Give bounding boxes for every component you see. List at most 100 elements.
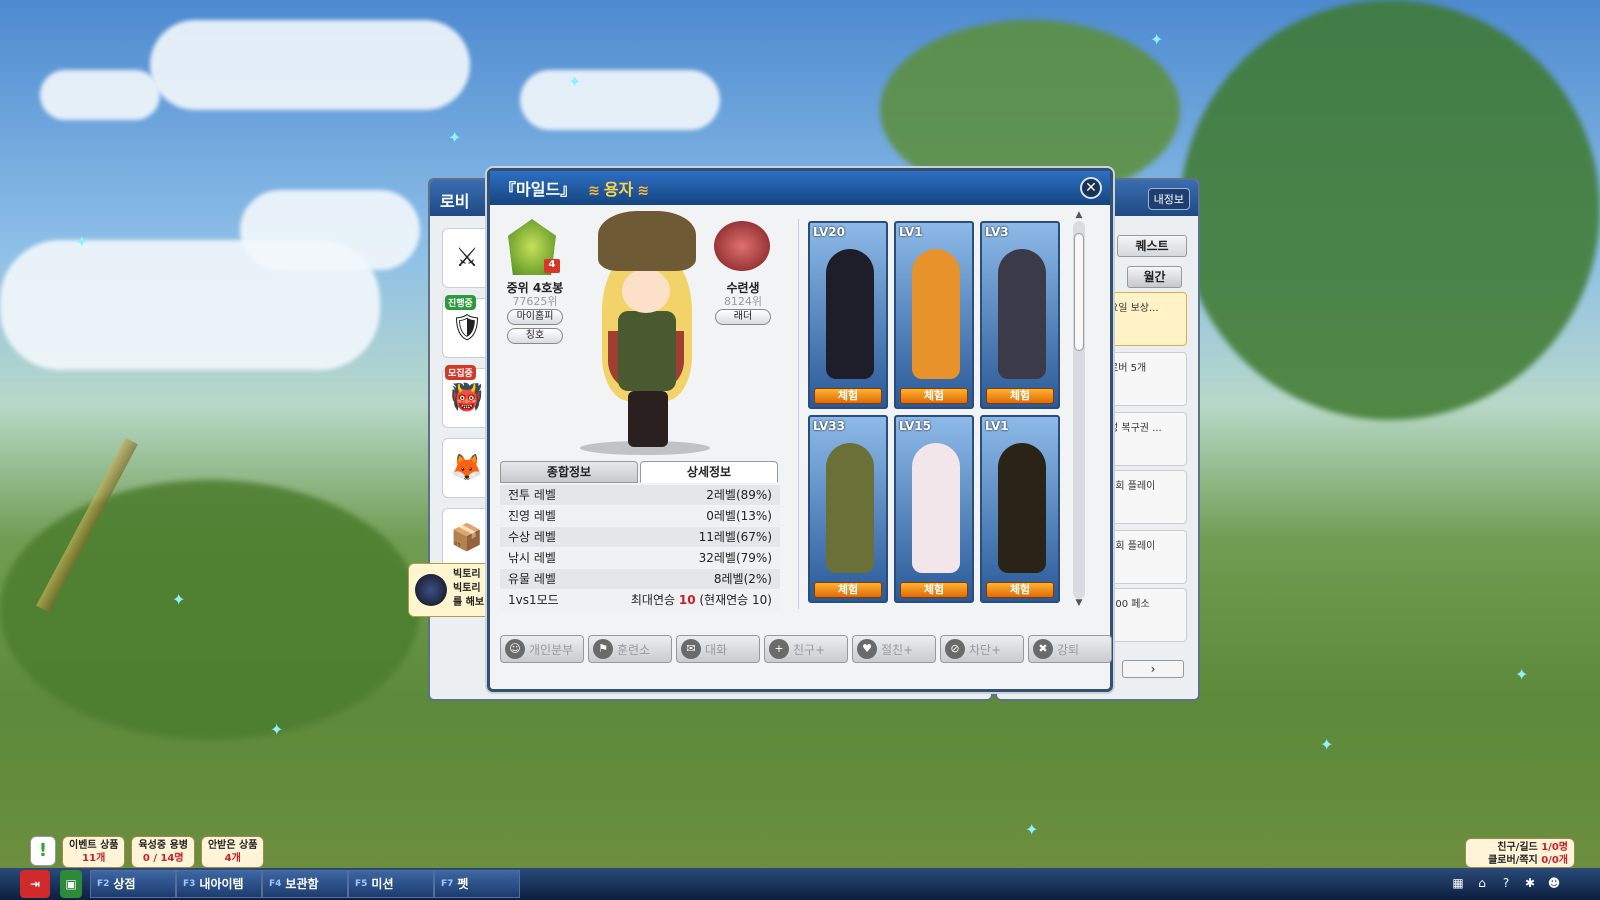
try-button[interactable]: 체험 bbox=[900, 388, 968, 404]
quest-item[interactable]: 요일 보상... bbox=[1105, 292, 1187, 346]
notice-box[interactable]: 이벤트 상품 11개 bbox=[62, 836, 126, 868]
notice-box[interactable]: 육성중 용병 0 / 14명 bbox=[131, 836, 195, 868]
hud-notices: ! 이벤트 상품 11개 육성중 용병 0 / 14명 안받은 상품 4개 bbox=[30, 836, 265, 868]
card-character-image bbox=[998, 443, 1046, 573]
stat-row: 수상 레벨 11레벨(67%) bbox=[500, 527, 780, 547]
try-button[interactable]: 체험 bbox=[900, 582, 968, 598]
card-character-image bbox=[826, 443, 874, 573]
lobby-side-item[interactable]: ⚔ bbox=[442, 228, 492, 288]
card-level: LV20 bbox=[813, 225, 845, 239]
character-avatar bbox=[580, 211, 710, 456]
quest-item[interactable]: 3회 플레이 bbox=[1105, 470, 1187, 524]
card-character-image bbox=[912, 249, 960, 379]
character-card[interactable]: LV15 체험 bbox=[894, 415, 974, 603]
action-button[interactable]: ☺ 개인분부 bbox=[500, 635, 584, 663]
character-card[interactable]: LV1 체험 bbox=[980, 415, 1060, 603]
action-label: 강퇴 bbox=[1057, 642, 1080, 657]
menu-f3[interactable]: F3 내아이템 bbox=[176, 870, 262, 898]
homepage-button[interactable]: 마이홈피 bbox=[507, 309, 563, 325]
system-icons: ▦ ⌂? ✱ ☻ bbox=[1448, 872, 1564, 894]
close-button[interactable]: ✕ bbox=[1080, 177, 1102, 199]
action-button[interactable]: ♥ 절친+ bbox=[852, 635, 936, 663]
action-label: 개인분부 bbox=[529, 642, 574, 657]
settings-icon[interactable]: ✱ bbox=[1520, 872, 1540, 894]
stat-label: 진영 레벨 bbox=[508, 509, 556, 523]
win-streak-value: 10 bbox=[678, 593, 696, 607]
menu-key: F5 bbox=[355, 879, 368, 889]
alert-icon[interactable]: ! bbox=[30, 836, 56, 866]
action-button[interactable]: ✖ 강퇴 bbox=[1028, 635, 1112, 663]
stat-label: 낚시 레벨 bbox=[508, 551, 556, 565]
menu-label: 펫 bbox=[457, 877, 469, 891]
wing-left-icon: ≋ bbox=[588, 183, 600, 199]
notice-box[interactable]: 안받은 상품 4개 bbox=[200, 836, 265, 868]
menu-key: F2 bbox=[97, 879, 110, 889]
ladder-button[interactable]: 래더 bbox=[715, 309, 771, 325]
monthly-tab[interactable]: 월간 bbox=[1127, 266, 1182, 288]
character-card[interactable]: LV1 체험 bbox=[894, 221, 974, 409]
scroll-thumb[interactable] bbox=[1074, 233, 1084, 351]
menu-f4[interactable]: F4 보관함 bbox=[262, 870, 348, 898]
rank-title: ≋ 용자 ≋ bbox=[588, 180, 650, 199]
tab-detail[interactable]: 상세정보 bbox=[640, 461, 778, 483]
grid-icon[interactable]: ▦ bbox=[1448, 872, 1468, 894]
action-button[interactable]: ✉ 대화 bbox=[676, 635, 760, 663]
stat-label: 수상 레벨 bbox=[508, 530, 556, 544]
scroll-down-icon[interactable]: ▼ bbox=[1073, 597, 1085, 609]
menu-f7[interactable]: F7 펫 bbox=[434, 870, 520, 898]
try-button[interactable]: 체험 bbox=[814, 582, 882, 598]
title-button[interactable]: 칭호 bbox=[507, 328, 563, 344]
dialog-header: 『마일드』 ≋ 용자 ≋ ✕ bbox=[490, 171, 1110, 205]
my-info-button[interactable]: 내정보 bbox=[1147, 188, 1190, 210]
help-icon[interactable]: ? bbox=[1496, 872, 1516, 894]
menu-label: 상점 bbox=[113, 877, 136, 891]
lobby-side-item[interactable]: 🦊 bbox=[442, 438, 492, 498]
action-button[interactable]: + 친구+ bbox=[764, 635, 848, 663]
cards-scrollbar[interactable]: ▲ ▼ bbox=[1073, 210, 1085, 608]
home-icon[interactable]: ⌂ bbox=[1472, 872, 1492, 894]
try-button[interactable]: 체험 bbox=[814, 388, 882, 404]
tab-summary[interactable]: 종합정보 bbox=[500, 461, 638, 483]
menu-f2[interactable]: F2 상점 bbox=[90, 870, 176, 898]
quest-item[interactable]: 로버 5개 bbox=[1105, 352, 1187, 406]
rank-position: 77625위 bbox=[512, 295, 558, 308]
lobby-side-item[interactable]: 🛡 진행중 bbox=[442, 295, 492, 358]
exit-icon[interactable]: ⇥ bbox=[20, 870, 50, 898]
menu-key: F3 bbox=[183, 879, 196, 889]
community-icon[interactable]: ☻ bbox=[1544, 872, 1564, 894]
bottom-menu: F2 상점 F3 내아이템 F4 보관함 F5 미션 F7 펫 bbox=[90, 870, 520, 898]
quest-next-button[interactable]: › bbox=[1122, 660, 1184, 678]
menu-key: F7 bbox=[441, 879, 454, 889]
quest-button[interactable]: 퀘스트 bbox=[1117, 235, 1187, 257]
bag-icon[interactable]: ▣ bbox=[60, 870, 82, 898]
stat-label: 유물 레벨 bbox=[508, 572, 556, 586]
menu-label: 내아이템 bbox=[199, 877, 244, 891]
action-button[interactable]: ⊘ 차단+ bbox=[940, 635, 1024, 663]
chat-icon: ✉ bbox=[681, 639, 701, 659]
quest-item[interactable]: 성 복구권 ... bbox=[1105, 412, 1187, 466]
action-label: 훈련소 bbox=[617, 642, 651, 657]
lobby-side-item[interactable]: 👹 모집중 bbox=[442, 365, 492, 428]
lobby-side-badge: 모집중 bbox=[445, 365, 476, 380]
character-card[interactable]: LV20 체험 bbox=[808, 221, 888, 409]
stat-row: 진영 레벨 0레벨(13%) bbox=[500, 506, 780, 526]
quest-item[interactable]: 1회 플레이 bbox=[1105, 530, 1187, 584]
action-button[interactable]: ⚑ 훈련소 bbox=[588, 635, 672, 663]
try-button[interactable]: 체험 bbox=[986, 388, 1054, 404]
friend-guild-status[interactable]: 친구/길드 1/0명 클로버/쪽지 0/0개 bbox=[1465, 838, 1575, 868]
quest-item[interactable]: 500 페소 bbox=[1105, 588, 1187, 642]
swords-icon: ⚔ bbox=[455, 243, 479, 273]
card-character-image bbox=[912, 443, 960, 573]
stat-value: 8레벨(2%) bbox=[713, 572, 772, 586]
menu-f5[interactable]: F5 미션 bbox=[348, 870, 434, 898]
lobby-side-item[interactable]: 📦 bbox=[442, 508, 492, 568]
scroll-up-icon[interactable]: ▲ bbox=[1073, 209, 1085, 221]
try-button[interactable]: 체험 bbox=[986, 582, 1054, 598]
ladder-position: 8124위 bbox=[723, 295, 763, 308]
kick-icon: ✖ bbox=[1033, 639, 1053, 659]
notice-title: 이벤트 상품 bbox=[69, 840, 119, 851]
friend-add-icon: + bbox=[769, 639, 789, 659]
card-level: LV1 bbox=[899, 225, 923, 239]
character-card[interactable]: LV3 체험 bbox=[980, 221, 1060, 409]
character-card[interactable]: LV33 체험 bbox=[808, 415, 888, 603]
